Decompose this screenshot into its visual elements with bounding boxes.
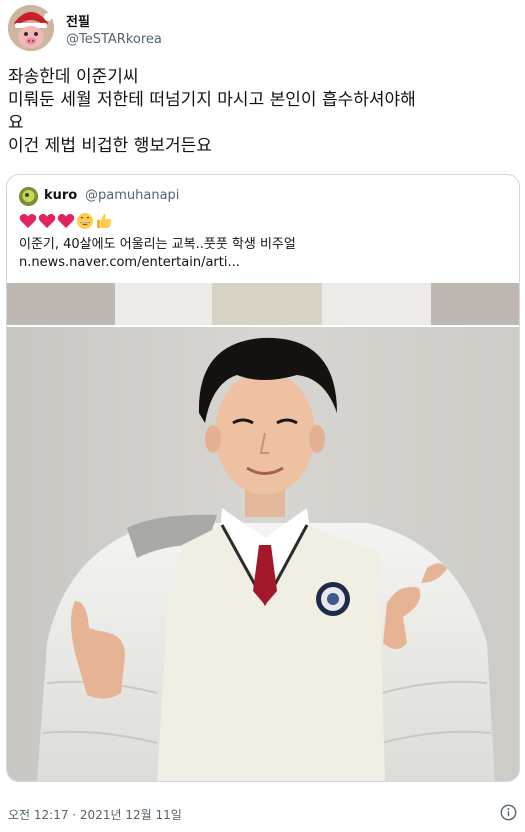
quoted-tweet-text: 이준기, 40살에도 어울리는 교복..풋풋 학생 비주얼 — [19, 237, 296, 252]
quoted-author-handle: @pamuhanapi — [85, 188, 180, 203]
quoted-tweet-photo[interactable] — [7, 283, 519, 781]
tweet-text-line: 미뤄둔 세월 저한테 떠넘기지 마시고 본인이 흡수하셔야해 — [8, 90, 416, 110]
tweet-text: 좌송한데 이준기씨 미뤄둔 세월 저한테 떠넘기지 마시고 본인이 흡수하셔야해… — [8, 66, 518, 158]
tweet-text-line: 좌송한데 이준기씨 — [8, 67, 139, 87]
quoted-tweet-card[interactable]: kuro @pamuhanapi 이준기, 40살에도 어울리는 교복..풋풋 … — [6, 174, 520, 782]
grin-icon — [76, 212, 94, 230]
tweet-header: 전필 @TeSTARkorea — [8, 5, 508, 55]
thumbs-up-icon — [95, 212, 113, 230]
quoted-author-avatar — [19, 187, 38, 206]
author-handle[interactable]: @TeSTARkorea — [66, 32, 162, 47]
quoted-author-display-name: kuro — [44, 188, 78, 203]
heart-icon — [38, 212, 56, 230]
tweet-text-line: 이건 제법 비겁한 행보거든요 — [8, 136, 212, 156]
tweet-text-line: 요 — [8, 113, 24, 133]
author-display-name[interactable]: 전필 — [66, 11, 90, 30]
author-avatar[interactable] — [8, 5, 54, 51]
info-icon[interactable] — [500, 804, 517, 821]
heart-icon — [57, 212, 75, 230]
heart-icon — [19, 212, 37, 230]
quoted-tweet-link[interactable]: n.news.naver.com/entertain/arti... — [19, 255, 240, 270]
emoji-row — [19, 212, 113, 232]
tweet-timestamp[interactable]: 오전 12:17 · 2021년 12월 11일 — [8, 806, 182, 823]
